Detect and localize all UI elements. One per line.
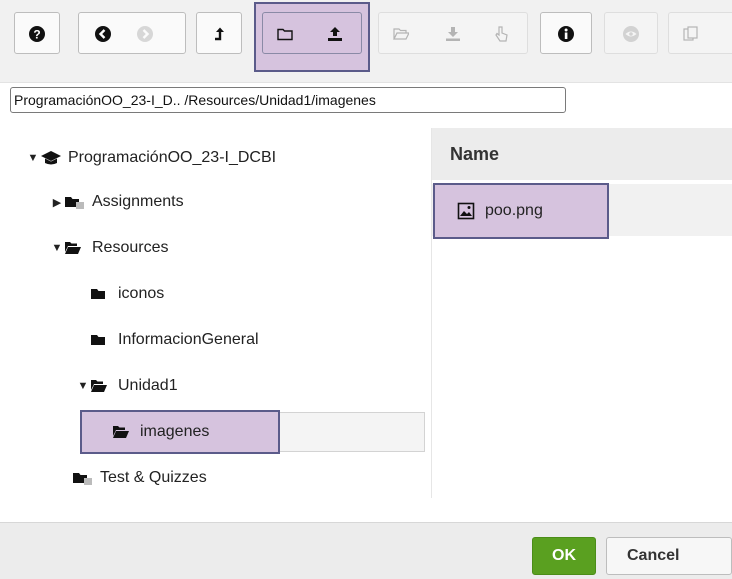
- cancel-button[interactable]: Cancel: [606, 537, 732, 575]
- up-icon: [215, 27, 224, 41]
- download-icon[interactable]: [445, 26, 461, 42]
- folder-icon: [91, 289, 105, 299]
- upload-icon[interactable]: [327, 26, 343, 42]
- tree-item-label: ProgramaciónOO_23-I_DCBI: [68, 149, 277, 166]
- expanded-arrow-icon[interactable]: ▼: [50, 242, 64, 254]
- back-forward-group: [78, 12, 186, 54]
- graduation-cap-icon: [41, 151, 61, 165]
- image-file-icon: [457, 202, 475, 220]
- column-header-name[interactable]: Name: [432, 128, 732, 180]
- tree-item-root[interactable]: ▼ ProgramaciónOO_23-I_DCBI: [26, 138, 277, 178]
- tree-item-label: Unidad1: [118, 377, 178, 394]
- info-button[interactable]: [540, 12, 592, 54]
- select-icon[interactable]: [493, 26, 509, 42]
- folder-shared-icon: [73, 473, 92, 485]
- tree-item-label: iconos: [118, 285, 165, 302]
- tree-item-label: Resources: [92, 239, 169, 256]
- path-bar: ProgramaciónOO_23-I_D.. /Resources/Unida…: [10, 87, 566, 113]
- collapsed-arrow-icon[interactable]: ▶: [50, 196, 64, 209]
- preview-button[interactable]: [604, 12, 658, 54]
- tree-item-informaciongeneral[interactable]: InformacionGeneral: [90, 320, 259, 360]
- copy-icon: [683, 26, 698, 41]
- svg-text:?: ?: [33, 28, 40, 42]
- tree-item-resources[interactable]: ▼ Resources: [50, 228, 169, 268]
- file-list: Name poo.png: [432, 128, 732, 498]
- preview-icon: [623, 26, 639, 42]
- up-button[interactable]: [196, 12, 242, 54]
- copy-button[interactable]: [668, 12, 732, 54]
- folder-open-icon: [91, 380, 107, 392]
- expanded-arrow-icon[interactable]: ▼: [26, 152, 40, 164]
- ok-button[interactable]: OK: [532, 537, 596, 575]
- tree-item-test-quizzes[interactable]: Test & Quizzes: [72, 458, 207, 498]
- info-icon: [558, 26, 574, 42]
- folder-shared-icon: [65, 197, 84, 209]
- file-row-poo-png[interactable]: poo.png: [433, 183, 609, 239]
- folder-open-icon: [113, 426, 129, 438]
- file-actions-group: [378, 12, 528, 54]
- help-icon: ?: [29, 26, 45, 42]
- open-folder-icon[interactable]: [393, 26, 409, 42]
- tree-item-imagenes[interactable]: imagenes: [112, 412, 209, 452]
- back-icon[interactable]: [95, 26, 111, 42]
- tree-item-label: InformacionGeneral: [118, 331, 259, 348]
- expanded-arrow-icon[interactable]: ▼: [76, 380, 90, 392]
- tree-item-label: Test & Quizzes: [100, 469, 207, 486]
- folder-upload-group: [262, 12, 362, 54]
- forward-icon[interactable]: [137, 26, 153, 42]
- folder-open-icon: [65, 242, 81, 254]
- toolbar: ?: [0, 0, 732, 83]
- file-name: poo.png: [485, 202, 543, 219]
- tree-item-iconos[interactable]: iconos: [90, 274, 164, 314]
- folder-icon: [91, 335, 105, 345]
- tree-item-label: imagenes: [140, 423, 210, 440]
- new-folder-icon[interactable]: [277, 26, 293, 42]
- tree-item-assignments[interactable]: ▶ Assignments: [50, 182, 184, 222]
- help-button[interactable]: ?: [14, 12, 60, 54]
- tree-item-unidad1[interactable]: ▼ Unidad1: [76, 366, 178, 406]
- tree-item-label: Assignments: [92, 193, 184, 210]
